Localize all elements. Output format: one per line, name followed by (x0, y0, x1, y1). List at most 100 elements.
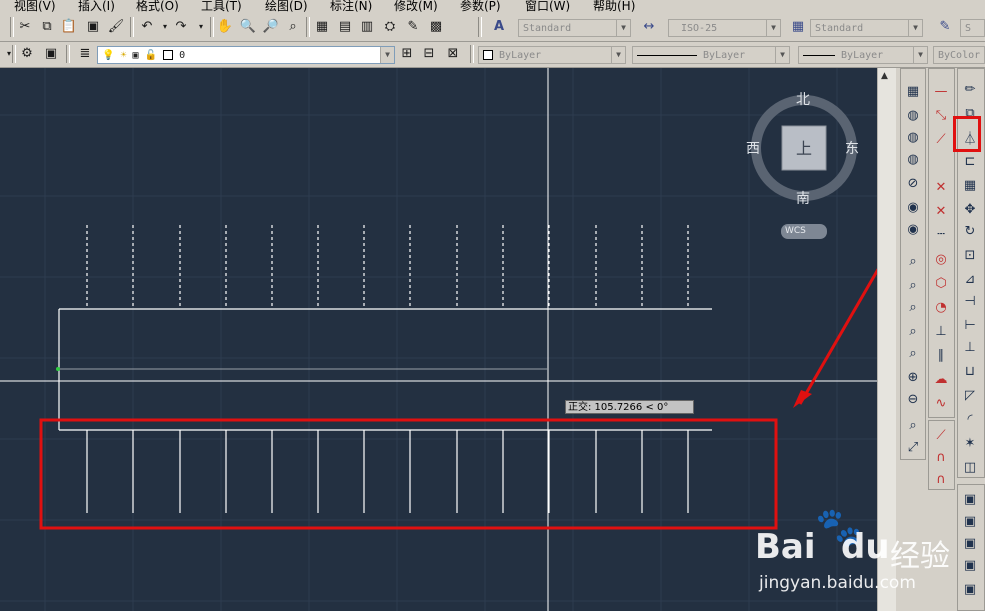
redo-dropdown-icon[interactable]: ▾ (192, 18, 210, 36)
sheet-set-icon[interactable]: ⛭ (381, 18, 399, 36)
erase-icon[interactable]: ✏ (960, 79, 980, 99)
zoom-window-icon[interactable]: 🔎 (262, 18, 280, 36)
table-style-select[interactable]: Standard ▼ (810, 19, 923, 37)
menu-window[interactable]: 窗口(W) (525, 0, 570, 14)
snap-magnet-icon[interactable]: ∩ (931, 469, 951, 489)
break-icon[interactable]: ⊥ (960, 337, 980, 357)
calculator-icon[interactable]: ▩ (427, 18, 445, 36)
viewcube-east[interactable]: 东 (845, 138, 859, 158)
zoom-previous-icon[interactable]: ⌕ (284, 18, 302, 36)
move-icon[interactable]: ✥ (960, 199, 980, 219)
menu-help[interactable]: 帮助(H) (593, 0, 635, 14)
offset-icon[interactable]: ⊏ (960, 151, 980, 171)
scale-icon[interactable]: ⊡ (960, 245, 980, 265)
3d-box-icon[interactable]: ◫ (960, 457, 980, 477)
drawing-canvas[interactable]: 北 南 东 西 上 WCS 正交: 105.7266 < 0° (0, 68, 877, 611)
polyline-icon[interactable]: ⟋ (931, 129, 951, 149)
viewcube-face-label[interactable]: 上 (796, 135, 812, 159)
viewcube-west[interactable]: 西 (746, 138, 760, 158)
ucs-delete-icon[interactable]: ◉ (903, 219, 923, 239)
zoom-scale-icon[interactable]: ⌕ (903, 297, 923, 317)
hatch-icon[interactable]: ∥ (931, 345, 951, 365)
layer-manager-icon[interactable]: ≣ (76, 45, 94, 63)
join-icon[interactable]: ⊔ (960, 361, 980, 381)
paste-icon[interactable]: 📋 (60, 18, 78, 36)
rotate-icon[interactable]: ↻ (960, 221, 980, 241)
text-style-select[interactable]: Standard ▼ (518, 19, 631, 37)
dim-style-select[interactable]: ISO-25 ▼ (668, 19, 781, 37)
plotstyle-control-select[interactable]: ByColor (933, 46, 985, 64)
stretch-icon[interactable]: ⊿ (960, 269, 980, 289)
xline-icon[interactable]: ✕ (931, 177, 951, 197)
cut-icon[interactable]: ✂ (16, 18, 34, 36)
markup-icon[interactable]: ✎ (404, 18, 422, 36)
snap-magnet-icon[interactable]: ∩ (931, 447, 951, 467)
wcs-button[interactable]: WCS (781, 224, 827, 239)
layer-previous-icon[interactable]: ⊟ (420, 45, 438, 63)
ucs-icon[interactable]: ◉ (903, 197, 923, 217)
undo-icon[interactable]: ↶ (138, 18, 156, 36)
viewcube-south[interactable]: 南 (796, 188, 810, 208)
rotate-view-icon[interactable]: ⊘ (903, 173, 923, 193)
zoom-in-icon[interactable]: ⊕ (903, 367, 923, 387)
workspace-lock-icon[interactable]: ▣ (42, 45, 60, 63)
zoom-out-icon[interactable]: ⊖ (903, 389, 923, 409)
trim-icon[interactable]: ⊣ (960, 291, 980, 311)
named-views-icon[interactable]: ▦ (903, 81, 923, 101)
menu-parameter[interactable]: 参数(P) (460, 0, 501, 14)
snap-from-icon[interactable]: ⟋ (931, 425, 951, 445)
globe-icon[interactable]: ◍ (903, 105, 923, 125)
menu-modify[interactable]: 修改(M) (394, 0, 438, 14)
arc-icon[interactable]: ◔ (931, 297, 951, 317)
zoom-dynamic-icon[interactable]: ⌕ (903, 275, 923, 295)
design-center-icon[interactable]: ▤ (336, 18, 354, 36)
zoom-realtime-icon[interactable]: 🔍 (239, 18, 257, 36)
revision-cloud-icon[interactable]: ☁ (931, 369, 951, 389)
dashed-line-icon[interactable]: ┄ (931, 224, 951, 244)
multileader-style-icon[interactable]: ✎ (936, 18, 954, 36)
spline-icon[interactable]: ∿ (931, 393, 951, 413)
zoom-object-icon[interactable]: ⌕ (903, 343, 923, 363)
globe-remove-icon[interactable]: ◍ (903, 149, 923, 169)
array-icon[interactable]: ▦ (960, 175, 980, 195)
chamfer-icon[interactable]: ◸ (960, 385, 980, 405)
zoom-all-icon[interactable]: ⌕ (903, 415, 923, 435)
ray-icon[interactable]: ✕ (931, 201, 951, 221)
menu-dimension[interactable]: 标注(N) (330, 0, 372, 14)
lineweight-control-select[interactable]: ByLayer ▼ (798, 46, 928, 64)
dim-style-icon[interactable]: ↔ (640, 18, 658, 36)
menu-format[interactable]: 格式(O) (136, 0, 179, 14)
extend-icon[interactable]: ⊢ (960, 315, 980, 335)
zoom-window-icon[interactable]: ⌕ (903, 251, 923, 271)
parking-dividers[interactable] (86, 430, 689, 513)
pan-icon[interactable]: ✋ (216, 18, 234, 36)
menu-view[interactable]: 视图(V) (14, 0, 56, 14)
match-properties-icon[interactable]: 🖌 (107, 18, 125, 36)
tool-palettes-icon[interactable]: ▥ (358, 18, 376, 36)
multileader-style-select[interactable]: S (960, 19, 985, 37)
menu-insert[interactable]: 插入(I) (78, 0, 115, 14)
menu-draw[interactable]: 绘图(D) (265, 0, 308, 14)
redo-icon[interactable]: ↷ (172, 18, 190, 36)
table-style-icon[interactable]: ▦ (789, 18, 807, 36)
text-style-icon[interactable]: A (490, 18, 508, 36)
zoom-center-icon[interactable]: ⌕ (903, 321, 923, 341)
construction-line-icon[interactable]: ⤡ (931, 105, 951, 125)
layer-state-icon[interactable]: ⊠ (444, 45, 462, 63)
copy-block-icon[interactable]: ▣ (84, 18, 102, 36)
copy-icon[interactable]: ⧉ (38, 18, 56, 36)
globe-add-icon[interactable]: ◍ (903, 127, 923, 147)
polygon-icon[interactable]: ⬡ (931, 273, 951, 293)
line-icon[interactable]: — (931, 81, 951, 101)
linetype-control-select[interactable]: ByLayer ▼ (632, 46, 790, 64)
make-current-layer-icon[interactable]: ⊞ (398, 45, 416, 63)
explode-icon[interactable]: ✶ (960, 433, 980, 453)
point-icon[interactable]: ⊥ (931, 321, 951, 341)
fillet-icon[interactable]: ◜ (960, 409, 980, 429)
scroll-up-icon[interactable]: ▲ (881, 71, 888, 81)
viewcube-north[interactable]: 北 (796, 89, 810, 109)
workspace-settings-icon[interactable]: ⚙ (18, 45, 36, 63)
circle-icon[interactable]: ◎ (931, 249, 951, 269)
zoom-extents-icon[interactable]: ⤢ (903, 437, 923, 457)
properties-icon[interactable]: ▦ (313, 18, 331, 36)
